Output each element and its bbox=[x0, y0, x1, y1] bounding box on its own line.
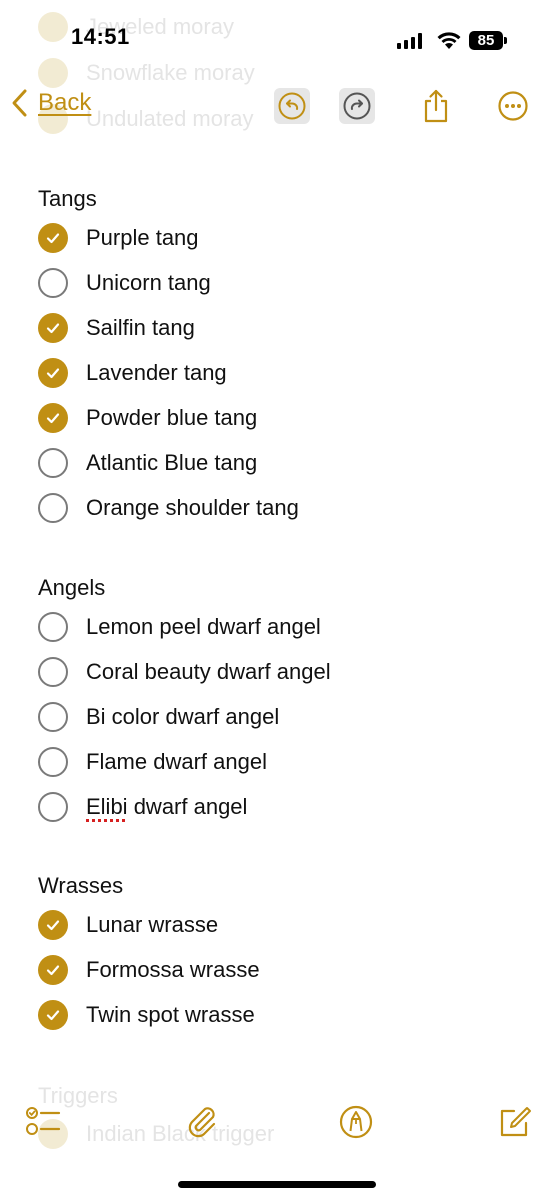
unchecked-circle-icon[interactable] bbox=[38, 493, 68, 523]
more-button[interactable] bbox=[495, 88, 531, 124]
checklist-item-label[interactable]: Elibi dwarf angel bbox=[86, 794, 247, 820]
checklist-item-label[interactable]: Coral beauty dwarf angel bbox=[86, 659, 331, 685]
section-title: Wrasses bbox=[38, 873, 124, 898]
checkmark-icon bbox=[46, 965, 60, 976]
checklist-item: Sailfin tang bbox=[38, 312, 195, 344]
checklist-item-label[interactable]: Unicorn tang bbox=[86, 270, 211, 296]
attachment-button[interactable] bbox=[184, 1104, 220, 1140]
unchecked-circle-icon[interactable] bbox=[38, 448, 68, 478]
back-button[interactable]: Back bbox=[10, 88, 91, 118]
ghost-list-item: Jeweled moray bbox=[38, 12, 234, 42]
share-button[interactable] bbox=[418, 88, 454, 124]
redo-icon bbox=[343, 92, 371, 120]
checklist-item: Coral beauty dwarf angel bbox=[38, 656, 331, 688]
undo-button[interactable] bbox=[274, 88, 310, 124]
checklist-item-label[interactable]: Powder blue tang bbox=[86, 405, 257, 431]
section-title: Angels bbox=[38, 575, 106, 600]
checklist-item-label[interactable]: Atlantic Blue tang bbox=[86, 450, 257, 476]
checked-circle-icon[interactable] bbox=[38, 313, 68, 343]
ghost-list-item: Indian Black trigger bbox=[38, 1119, 274, 1149]
checklist-item-label[interactable]: Sailfin tang bbox=[86, 315, 195, 341]
unchecked-circle-icon[interactable] bbox=[38, 612, 68, 642]
checklist-item-label[interactable]: Formossa wrasse bbox=[86, 957, 260, 983]
checkmark-icon bbox=[46, 323, 60, 334]
checklist-item-label[interactable]: Lunar wrasse bbox=[86, 912, 218, 938]
checklist-item: Powder blue tang bbox=[38, 402, 257, 434]
checklist-item-label[interactable]: Lemon peel dwarf angel bbox=[86, 614, 321, 640]
checkmark-icon bbox=[46, 920, 60, 931]
unchecked-circle-icon[interactable] bbox=[38, 268, 68, 298]
checklist-icon bbox=[26, 1107, 61, 1135]
redo-button[interactable] bbox=[339, 88, 375, 124]
status-time: 14:51 bbox=[71, 24, 130, 49]
share-icon bbox=[424, 89, 448, 123]
checklist-item: Elibi dwarf angel bbox=[38, 791, 247, 823]
battery-icon: 85 bbox=[469, 31, 503, 50]
checklist-item: Lemon peel dwarf angel bbox=[38, 611, 321, 643]
checklist-item: Twin spot wrasse bbox=[38, 999, 255, 1031]
battery-tip bbox=[504, 37, 507, 44]
checked-circle-icon[interactable] bbox=[38, 910, 68, 940]
label-remainder: dwarf angel bbox=[127, 794, 248, 819]
compose-icon bbox=[500, 1107, 531, 1137]
checkmark-icon bbox=[46, 368, 60, 379]
misspelled-word: Elibi bbox=[86, 794, 128, 819]
checkmark-icon bbox=[46, 413, 60, 424]
checklist-item: Lavender tang bbox=[38, 357, 227, 389]
checked-circle-icon[interactable] bbox=[38, 358, 68, 388]
checklist-button[interactable] bbox=[25, 1104, 61, 1140]
checklist-item: Formossa wrasse bbox=[38, 954, 260, 986]
checklist-item-label[interactable]: Orange shoulder tang bbox=[86, 495, 299, 521]
unchecked-circle-icon[interactable] bbox=[38, 747, 68, 777]
checklist-item: Flame dwarf angel bbox=[38, 746, 267, 778]
wifi-icon bbox=[437, 32, 461, 49]
checkmark-icon bbox=[46, 1010, 60, 1021]
checklist-item: Atlantic Blue tang bbox=[38, 447, 257, 479]
home-indicator bbox=[178, 1181, 376, 1188]
checkmark-icon bbox=[46, 233, 60, 244]
chevron-left-icon bbox=[12, 89, 27, 117]
markup-button[interactable] bbox=[338, 1104, 374, 1140]
checklist-item-label[interactable]: Twin spot wrasse bbox=[86, 1002, 255, 1028]
checklist-item-label[interactable]: Flame dwarf angel bbox=[86, 749, 267, 775]
unchecked-circle-icon[interactable] bbox=[38, 657, 68, 687]
checklist-item: Orange shoulder tang bbox=[38, 492, 299, 524]
checklist-item: Bi color dwarf angel bbox=[38, 701, 279, 733]
checklist-item-label[interactable]: Lavender tang bbox=[86, 360, 227, 386]
paperclip-icon bbox=[188, 1107, 216, 1138]
checklist-item-label[interactable]: Purple tang bbox=[86, 225, 199, 251]
back-button-label: Back bbox=[38, 89, 92, 116]
markup-pen-icon bbox=[339, 1105, 373, 1139]
section-title: Tangs bbox=[38, 186, 97, 211]
ghost-list-item: Snowflake moray bbox=[38, 58, 255, 88]
checklist-item: Lunar wrasse bbox=[38, 909, 218, 941]
checked-circle-icon[interactable] bbox=[38, 1000, 68, 1030]
compose-button[interactable] bbox=[496, 1104, 532, 1140]
checked-circle-icon[interactable] bbox=[38, 403, 68, 433]
checklist-item: Purple tang bbox=[38, 222, 199, 254]
cellular-signal-icon bbox=[397, 33, 425, 49]
checklist-item-label[interactable]: Bi color dwarf angel bbox=[86, 704, 279, 730]
checked-circle-icon[interactable] bbox=[38, 223, 68, 253]
checked-circle-icon[interactable] bbox=[38, 955, 68, 985]
checklist-item: Unicorn tang bbox=[38, 267, 211, 299]
unchecked-circle-icon[interactable] bbox=[38, 702, 68, 732]
undo-icon bbox=[278, 92, 306, 120]
unchecked-circle-icon[interactable] bbox=[38, 792, 68, 822]
more-icon bbox=[498, 91, 528, 121]
